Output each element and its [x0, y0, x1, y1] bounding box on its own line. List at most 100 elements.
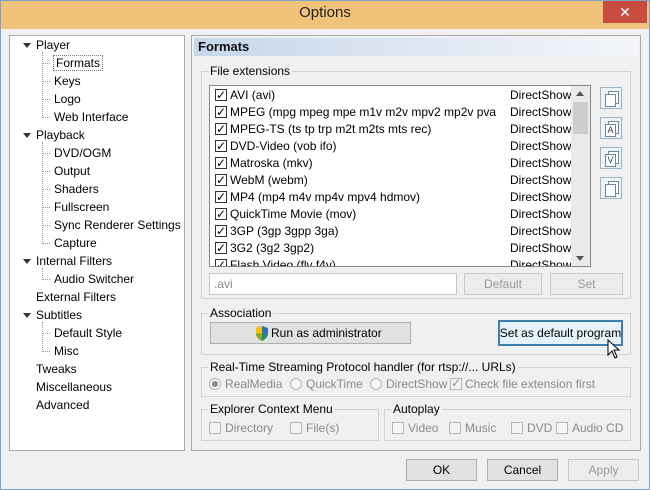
cancel-button[interactable]: Cancel [487, 459, 558, 481]
default-button[interactable]: Default [464, 273, 542, 295]
tree-connector [42, 322, 43, 352]
tree-item-sync-renderer-settings[interactable]: Sync Renderer Settings [54, 217, 181, 234]
extension-checkbox[interactable] [215, 240, 227, 257]
file-extension-row[interactable]: QuickTime Movie (mov) DirectShow [210, 206, 580, 223]
extension-filter: DirectShow [510, 258, 572, 267]
file-extensions-list[interactable]: AVI (avi) DirectShow MPEG (mpg mpeg mpe m1… [209, 85, 591, 267]
tree-item-default-style[interactable]: Default Style [54, 325, 122, 342]
rtsp-radio-realmedia[interactable] [209, 378, 221, 390]
tree-item-keys[interactable]: Keys [54, 73, 81, 90]
extension-name: MPEG-TS (ts tp trp m2t m2ts mts rec) [230, 122, 432, 136]
extension-checkbox[interactable] [215, 121, 227, 138]
tree-item-label: Advanced [36, 398, 90, 412]
options-window: Options ✕ Player Formats Keys Logo Web Inter… [0, 0, 650, 490]
apply-button[interactable]: Apply [568, 459, 639, 481]
tree-item-audio-switcher[interactable]: Audio Switcher [54, 271, 134, 288]
tree-expander-icon[interactable] [23, 313, 31, 318]
autoplay-checkbox-dvd[interactable] [511, 422, 523, 434]
extension-checkbox[interactable] [215, 87, 227, 104]
file-extension-row[interactable]: 3GP (3gp 3gpp 3ga) DirectShow [210, 223, 580, 240]
association-label: Association [208, 306, 274, 320]
tree-item-label: Fullscreen [54, 200, 110, 214]
extension-filter: DirectShow [510, 105, 572, 119]
tree-item-fullscreen[interactable]: Fullscreen [54, 199, 109, 216]
file-extension-row[interactable]: MPEG-TS (ts tp trp m2t m2ts mts rec) Dire… [210, 121, 580, 138]
file-extension-row[interactable]: MP4 (mp4 m4v mp4v mpv4 hdmov) DirectShow [210, 189, 580, 206]
tree-item-capture[interactable]: Capture [54, 235, 97, 252]
rtsp-radio-quicktime[interactable] [290, 378, 302, 390]
tree-item-logo[interactable]: Logo [54, 91, 81, 108]
tree-expander-icon[interactable] [23, 133, 31, 138]
close-button[interactable]: ✕ [603, 1, 647, 23]
tree-item-tweaks[interactable]: Tweaks [36, 361, 77, 378]
file-extension-row[interactable]: MPEG (mpg mpeg mpe m1v m2v mpv2 mp2v pva… [210, 104, 580, 121]
uac-shield-icon [256, 326, 268, 341]
window-title: Options [299, 4, 351, 21]
file-extension-row[interactable]: Flash Video (flv f4v) DirectShow [210, 257, 580, 267]
tree-item-internal-filters[interactable]: Internal Filters [23, 253, 112, 270]
check-extension-checkbox[interactable] [450, 376, 462, 390]
autoplay-checkbox-video[interactable] [392, 422, 404, 434]
tree-connector [42, 351, 50, 352]
autoplay-checkbox-music[interactable] [449, 422, 461, 434]
scroll-up-icon[interactable] [576, 91, 584, 96]
extension-checkbox[interactable] [215, 104, 227, 121]
tree-expander-icon[interactable] [23, 43, 31, 48]
tree-connector [42, 153, 50, 154]
tree-item-shaders[interactable]: Shaders [54, 181, 99, 198]
select-other-button[interactable] [600, 177, 622, 199]
tree-item-advanced[interactable]: Advanced [36, 397, 89, 414]
tree-item-miscellaneous[interactable]: Miscellaneous [36, 379, 112, 396]
tree-item-external-filters[interactable]: External Filters [36, 289, 116, 306]
tree-item-output[interactable]: Output [54, 163, 90, 180]
file-extension-row[interactable]: DVD-Video (vob ifo) DirectShow [210, 138, 580, 155]
scroll-thumb[interactable] [573, 102, 588, 134]
list-scrollbar[interactable] [571, 86, 590, 266]
options-tree: Player Formats Keys Logo Web Interface Playba… [9, 35, 185, 451]
tree-expander-icon[interactable] [23, 259, 31, 264]
ok-button[interactable]: OK [406, 459, 477, 481]
select-all-button[interactable] [600, 87, 622, 109]
set-default-program-button[interactable]: Set as default program [498, 320, 623, 346]
tree-connector [42, 189, 50, 190]
scroll-down-icon[interactable] [576, 256, 584, 261]
select-video-button[interactable]: V [600, 147, 622, 169]
extension-checkbox[interactable] [215, 155, 227, 172]
file-extension-row[interactable]: Matroska (mkv) DirectShow [210, 155, 580, 172]
mouse-cursor-icon [607, 339, 621, 359]
extension-checkbox[interactable] [215, 223, 227, 240]
tree-item-formats[interactable]: Formats [52, 55, 104, 72]
extension-filter: DirectShow [510, 156, 572, 170]
rtsp-radio-directshow[interactable] [370, 378, 382, 390]
extension-checkbox[interactable] [215, 138, 227, 155]
set-button[interactable]: Set [550, 273, 623, 295]
tree-item-label: Logo [54, 92, 81, 106]
extension-filter: DirectShow [510, 173, 572, 187]
tree-item-playback[interactable]: Playback [23, 127, 85, 144]
autoplay-checkbox-audiocd[interactable] [556, 422, 568, 434]
extension-name: MPEG (mpg mpeg mpe m1v m2v mpv2 mp2v pva… [230, 105, 498, 119]
tree-item-misc[interactable]: Misc [54, 343, 79, 360]
tree-connector [42, 142, 43, 244]
tree-connector [42, 243, 50, 244]
explorer-checkbox-files[interactable] [290, 422, 302, 434]
tree-item-dvd-ogm[interactable]: DVD/OGM [54, 145, 111, 162]
file-extension-row[interactable]: AVI (avi) DirectShow [210, 87, 580, 104]
page-front-icon: V [605, 154, 616, 167]
extension-checkbox[interactable] [215, 189, 227, 206]
file-extension-row[interactable]: 3G2 (3g2 3gp2) DirectShow [210, 240, 580, 257]
page-front-icon [605, 184, 616, 197]
extension-input[interactable]: .avi [209, 273, 457, 295]
extension-checkbox[interactable] [215, 257, 227, 266]
extension-checkbox[interactable] [215, 172, 227, 189]
tree-item-web-interface[interactable]: Web Interface [54, 109, 128, 126]
select-audio-button[interactable]: A [600, 117, 622, 139]
file-extension-row[interactable]: WebM (webm) DirectShow [210, 172, 580, 189]
tree-item-label: Formats [52, 55, 104, 71]
extension-checkbox[interactable] [215, 206, 227, 223]
run-as-admin-button[interactable]: Run as administrator [210, 322, 411, 344]
explorer-item-label: Directory [225, 421, 274, 435]
tree-item-label: External Filters [36, 290, 117, 304]
explorer-checkbox-directory[interactable] [209, 422, 221, 434]
extension-name: Flash Video (flv f4v) [230, 258, 336, 267]
